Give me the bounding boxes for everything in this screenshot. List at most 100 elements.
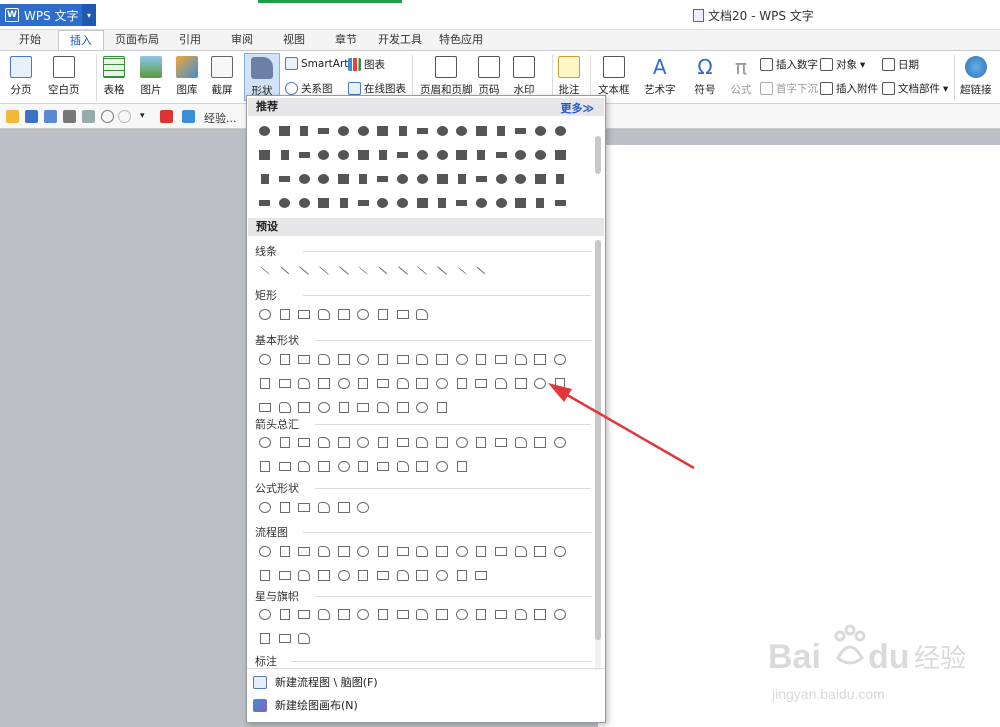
shape-thumbnail[interactable] xyxy=(275,258,295,282)
shape-thumbnail[interactable] xyxy=(511,602,531,626)
shape-thumbnail[interactable] xyxy=(413,454,433,478)
shape-thumbnail[interactable] xyxy=(373,395,393,419)
shape-thumbnail[interactable] xyxy=(334,167,354,191)
tab-developer[interactable]: 开发工具 xyxy=(374,30,426,50)
shape-thumbnail[interactable] xyxy=(255,495,275,519)
shape-thumbnail[interactable] xyxy=(452,430,472,454)
shape-thumbnail[interactable] xyxy=(393,539,413,563)
wps-red-icon[interactable] xyxy=(160,110,173,123)
undo-icon[interactable] xyxy=(101,110,114,123)
shape-thumbnail[interactable] xyxy=(334,347,354,371)
shape-thumbnail[interactable] xyxy=(314,167,334,191)
shape-thumbnail[interactable] xyxy=(511,430,531,454)
textbox-button[interactable]: 文本框 xyxy=(598,56,630,97)
shape-thumbnail[interactable] xyxy=(353,539,373,563)
shape-thumbnail[interactable] xyxy=(491,347,511,371)
shape-thumbnail[interactable] xyxy=(294,191,314,215)
comment-button[interactable]: 批注 xyxy=(558,56,580,97)
quick-file-tab[interactable]: 经验... xyxy=(204,110,237,126)
shape-thumbnail[interactable] xyxy=(275,539,295,563)
shape-thumbnail[interactable] xyxy=(531,119,551,143)
shape-thumbnail[interactable] xyxy=(275,563,295,587)
shape-thumbnail[interactable] xyxy=(472,143,492,167)
shape-thumbnail[interactable] xyxy=(393,119,413,143)
shape-thumbnail[interactable] xyxy=(511,143,531,167)
shape-thumbnail[interactable] xyxy=(275,302,295,326)
shape-thumbnail[interactable] xyxy=(472,191,492,215)
shape-thumbnail[interactable] xyxy=(432,454,452,478)
shape-thumbnail[interactable] xyxy=(413,539,433,563)
formula-button[interactable]: π 公式 xyxy=(730,56,752,97)
shape-thumbnail[interactable] xyxy=(432,602,452,626)
shape-thumbnail[interactable] xyxy=(452,119,472,143)
shape-thumbnail[interactable] xyxy=(373,454,393,478)
table-button[interactable]: 表格 xyxy=(103,56,125,97)
shape-thumbnail[interactable] xyxy=(413,563,433,587)
shape-thumbnail[interactable] xyxy=(472,347,492,371)
shape-thumbnail[interactable] xyxy=(491,191,511,215)
shape-thumbnail[interactable] xyxy=(294,539,314,563)
tab-insert[interactable]: 插入 xyxy=(58,30,104,50)
shape-thumbnail[interactable] xyxy=(255,371,275,395)
shape-thumbnail[interactable] xyxy=(393,430,413,454)
shape-thumbnail[interactable] xyxy=(452,347,472,371)
symbol-button[interactable]: Ω 符号 xyxy=(694,56,716,97)
shape-thumbnail[interactable] xyxy=(275,119,295,143)
shape-thumbnail[interactable] xyxy=(511,167,531,191)
shape-thumbnail[interactable] xyxy=(531,602,551,626)
page-break-button[interactable]: 分页 xyxy=(10,56,32,97)
shape-thumbnail[interactable] xyxy=(472,563,492,587)
chevron-down-icon[interactable]: ▾ xyxy=(140,111,153,124)
app-menu-button[interactable]: W WPS 文字 ▾ xyxy=(0,4,96,26)
insert-number-button[interactable]: 插入数字 xyxy=(760,57,818,72)
tab-home[interactable]: 开始 xyxy=(10,30,50,50)
shape-thumbnail[interactable] xyxy=(294,602,314,626)
shape-thumbnail[interactable] xyxy=(353,602,373,626)
shape-thumbnail[interactable] xyxy=(550,347,570,371)
shape-thumbnail[interactable] xyxy=(413,119,433,143)
shape-thumbnail[interactable] xyxy=(432,167,452,191)
shape-thumbnail[interactable] xyxy=(353,302,373,326)
shape-thumbnail[interactable] xyxy=(334,395,354,419)
shape-thumbnail[interactable] xyxy=(452,167,472,191)
shape-thumbnail[interactable] xyxy=(550,371,570,395)
shape-thumbnail[interactable] xyxy=(531,167,551,191)
shape-thumbnail[interactable] xyxy=(255,302,275,326)
shape-thumbnail[interactable] xyxy=(275,626,295,650)
presets-scrollbar[interactable] xyxy=(595,240,601,640)
blank-page-button[interactable]: 空白页 xyxy=(48,56,80,97)
shape-thumbnail[interactable] xyxy=(353,454,373,478)
shape-thumbnail[interactable] xyxy=(373,539,393,563)
recommended-scrollbar[interactable] xyxy=(595,136,601,174)
preview-icon[interactable] xyxy=(82,110,95,123)
relation-chart-button[interactable]: 关系图 xyxy=(285,81,333,96)
shape-thumbnail[interactable] xyxy=(432,258,452,282)
shape-thumbnail[interactable] xyxy=(275,167,295,191)
shape-thumbnail[interactable] xyxy=(294,626,314,650)
shape-thumbnail[interactable] xyxy=(432,347,452,371)
shape-thumbnail[interactable] xyxy=(334,119,354,143)
shape-thumbnail[interactable] xyxy=(255,430,275,454)
shape-thumbnail[interactable] xyxy=(472,167,492,191)
shape-thumbnail[interactable] xyxy=(531,371,551,395)
shape-thumbnail[interactable] xyxy=(314,191,334,215)
shape-thumbnail[interactable] xyxy=(314,563,334,587)
shape-thumbnail[interactable] xyxy=(491,371,511,395)
shape-thumbnail[interactable] xyxy=(314,430,334,454)
shape-thumbnail[interactable] xyxy=(491,143,511,167)
shape-thumbnail[interactable] xyxy=(314,347,334,371)
shape-thumbnail[interactable] xyxy=(491,602,511,626)
shape-thumbnail[interactable] xyxy=(413,167,433,191)
shape-thumbnail[interactable] xyxy=(393,395,413,419)
shape-thumbnail[interactable] xyxy=(472,539,492,563)
shape-thumbnail[interactable] xyxy=(314,302,334,326)
shape-thumbnail[interactable] xyxy=(255,626,275,650)
shape-thumbnail[interactable] xyxy=(472,430,492,454)
shape-thumbnail[interactable] xyxy=(432,395,452,419)
shape-thumbnail[interactable] xyxy=(314,495,334,519)
shape-thumbnail[interactable] xyxy=(294,167,314,191)
shape-thumbnail[interactable] xyxy=(255,258,275,282)
shape-thumbnail[interactable] xyxy=(393,143,413,167)
shape-thumbnail[interactable] xyxy=(393,563,413,587)
shape-thumbnail[interactable] xyxy=(334,143,354,167)
